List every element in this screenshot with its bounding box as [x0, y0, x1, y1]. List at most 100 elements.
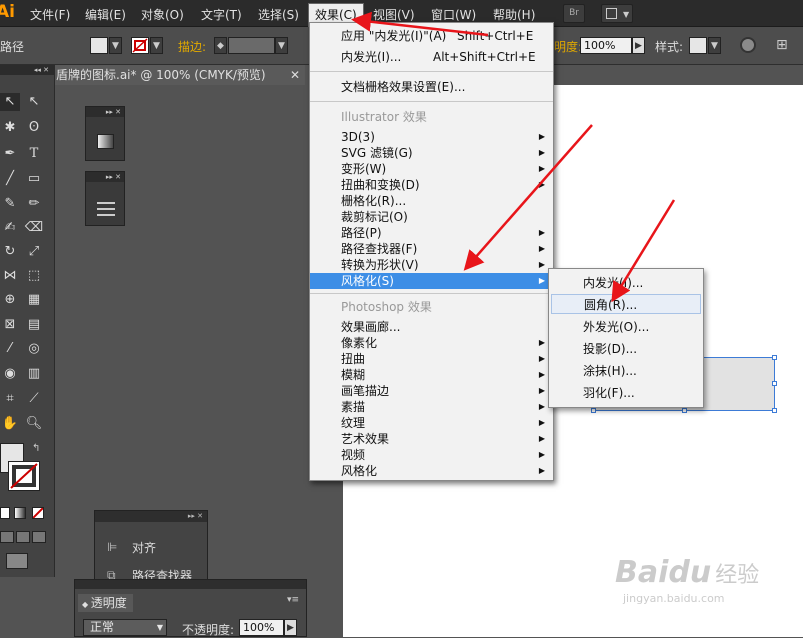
eraser-tool-icon[interactable]: ⌫	[24, 219, 44, 237]
draw-inside-icon[interactable]	[32, 531, 46, 543]
panel-collapse-icon[interactable]: ◂◂ ✕	[0, 65, 55, 75]
rotate-tool-icon[interactable]: ↻	[0, 243, 20, 261]
type-tool-icon[interactable]: T	[24, 145, 44, 163]
graph-tool-icon[interactable]: ▥	[24, 365, 44, 383]
menu-item-artistic[interactable]: 艺术效果 ▶	[310, 431, 553, 447]
align-grid-icon[interactable]: ⊞	[776, 37, 792, 53]
raster-settings-item[interactable]: 文档栅格效果设置(E)...	[310, 79, 553, 95]
menu-item-path[interactable]: 路径(P) ▶	[310, 225, 553, 241]
menu-item-pixelate[interactable]: 像素化 ▶	[310, 335, 553, 351]
menu-view[interactable]: 视图(V)	[373, 6, 415, 23]
bbox-handle[interactable]	[772, 381, 777, 386]
menu-item-stylize[interactable]: 风格化(S) ▶	[310, 273, 553, 289]
bbox-handle[interactable]	[682, 408, 687, 413]
style-swatch[interactable]	[689, 37, 707, 54]
scale-tool-icon[interactable]: ⤢	[24, 243, 44, 261]
stroke-color-box[interactable]	[8, 461, 40, 491]
width-tool-icon[interactable]: ⋈	[0, 267, 20, 285]
fill-dropdown[interactable]: ▼	[109, 37, 122, 54]
last-effect-item[interactable]: 内发光(I)... Alt+Shift+Ctrl+E	[310, 49, 553, 65]
bbox-handle[interactable]	[591, 408, 596, 413]
artboard-tool-icon[interactable]: ⌗	[0, 390, 20, 408]
pencil-tool-icon[interactable]: ✏	[24, 195, 44, 213]
menu-item-texture[interactable]: 纹理 ▶	[310, 415, 553, 431]
panel-header[interactable]: ▸▸ ✕	[86, 107, 124, 117]
menu-item-blur[interactable]: 模糊 ▶	[310, 367, 553, 383]
menu-item-distort[interactable]: 扭曲 ▶	[310, 351, 553, 367]
submenu-item-drop-shadow[interactable]: 投影(D)...	[551, 339, 701, 359]
screen-mode-icon[interactable]	[6, 553, 28, 569]
close-tab-icon[interactable]: ✕	[288, 68, 302, 82]
draw-normal-icon[interactable]	[0, 531, 14, 543]
opacity-panel-dropdown[interactable]: ▶	[284, 619, 297, 636]
free-transform-tool-icon[interactable]: ⬚	[24, 267, 44, 285]
paintbrush-tool-icon[interactable]: ✎	[0, 195, 20, 213]
shape-builder-tool-icon[interactable]: ⊕	[0, 291, 20, 309]
menu-help[interactable]: 帮助(H)	[493, 6, 535, 23]
blob-brush-tool-icon[interactable]: ✍	[0, 219, 20, 237]
selection-tool-icon[interactable]: ↖	[0, 93, 20, 111]
slice-tool-icon[interactable]: ⟋	[24, 390, 44, 408]
symbol-sprayer-tool-icon[interactable]: ◉	[0, 365, 20, 383]
align-icon[interactable]: ⊫	[107, 540, 117, 554]
none-mode-icon[interactable]	[32, 507, 44, 519]
stroke-dropdown[interactable]: ▼	[150, 37, 163, 54]
submenu-item-outer-glow[interactable]: 外发光(O)...	[551, 317, 701, 337]
submenu-item-scribble[interactable]: 涂抹(H)...	[551, 361, 701, 381]
color-mode-icon[interactable]	[0, 507, 10, 519]
stroke-weight-field[interactable]	[228, 37, 275, 54]
document-tab[interactable]: 盾牌的图标.ai* @ 100% (CMYK/预览)	[55, 65, 305, 85]
menu-item-crop-marks[interactable]: 裁剪标记(O)	[310, 209, 553, 225]
swap-fill-stroke-icon[interactable]: ↰	[32, 443, 40, 454]
menu-item-sketch[interactable]: 素描 ▶	[310, 399, 553, 415]
panel-header[interactable]: ▸▸ ✕	[95, 511, 207, 522]
transparency-tab[interactable]: ◆ 透明度	[78, 594, 133, 612]
recolor-icon[interactable]	[740, 37, 756, 53]
line-tool-icon[interactable]: ╱	[0, 170, 20, 188]
direct-selection-tool-icon[interactable]: ↖	[24, 93, 44, 111]
perspective-grid-tool-icon[interactable]: ▦	[24, 291, 44, 309]
blend-tool-icon[interactable]: ◎	[24, 340, 44, 358]
rectangle-tool-icon[interactable]: ▭	[24, 170, 44, 188]
stroke-weight-stepper[interactable]: ◆	[214, 37, 227, 54]
bbox-handle[interactable]	[772, 355, 777, 360]
submenu-item-round-corners[interactable]: 圆角(R)...	[551, 294, 701, 314]
align-panel-label[interactable]: 对齐	[132, 539, 156, 556]
menu-item-warp[interactable]: 变形(W) ▶	[310, 161, 553, 177]
apply-last-effect-item[interactable]: 应用 "内发光(I)"(A) Shift+Ctrl+E	[310, 28, 553, 44]
blend-mode-select[interactable]: 正常 ▼	[83, 619, 167, 636]
gradient-mode-icon[interactable]	[14, 507, 26, 519]
magic-wand-tool-icon[interactable]: ✱	[0, 119, 20, 137]
opacity-field[interactable]: 100%	[580, 37, 632, 54]
style-dropdown[interactable]: ▼	[708, 37, 721, 54]
menu-item-pathfinder[interactable]: 路径查找器(F) ▶	[310, 241, 553, 257]
menu-select[interactable]: 选择(S)	[258, 6, 299, 23]
menu-item-brush-strokes[interactable]: 画笔描边 ▶	[310, 383, 553, 399]
menu-item-video[interactable]: 视频 ▶	[310, 447, 553, 463]
menu-file[interactable]: 文件(F)	[30, 6, 70, 23]
bridge-button[interactable]: Br	[563, 4, 585, 23]
menu-item-convert-to-shape[interactable]: 转换为形状(V) ▶	[310, 257, 553, 273]
stroke-weight-label[interactable]: 描边:	[178, 38, 206, 55]
opacity-panel-field[interactable]: 100%	[239, 619, 284, 636]
draw-behind-icon[interactable]	[16, 531, 30, 543]
fill-swatch[interactable]	[90, 37, 108, 54]
menu-item-distort-transform[interactable]: 扭曲和变换(D) ▶	[310, 177, 553, 193]
stroke-swatch[interactable]	[131, 37, 149, 54]
menu-item-rasterize[interactable]: 栅格化(R)...	[310, 193, 553, 209]
lasso-tool-icon[interactable]: ʘ	[24, 119, 44, 137]
menu-window[interactable]: 窗口(W)	[431, 6, 476, 23]
stroke-icon[interactable]	[97, 202, 115, 216]
hand-tool-icon[interactable]: ✋	[0, 415, 20, 433]
mesh-tool-icon[interactable]: ⊠	[0, 316, 20, 334]
menu-item-effect-gallery[interactable]: 效果画廊...	[310, 319, 553, 335]
panel-header[interactable]: ▸▸ ✕	[86, 172, 124, 182]
menu-item-svg-filters[interactable]: SVG 滤镜(G) ▶	[310, 145, 553, 161]
gradient-tool-icon[interactable]: ▤	[24, 316, 44, 334]
menu-edit[interactable]: 编辑(E)	[85, 6, 126, 23]
submenu-item-inner-glow[interactable]: 内发光(I)...	[551, 273, 701, 293]
menu-item-3d[interactable]: 3D(3) ▶	[310, 129, 553, 145]
bbox-handle[interactable]	[772, 408, 777, 413]
menu-object[interactable]: 对象(O)	[141, 6, 184, 23]
menu-item-stylize-photoshop[interactable]: 风格化 ▶	[310, 463, 553, 479]
